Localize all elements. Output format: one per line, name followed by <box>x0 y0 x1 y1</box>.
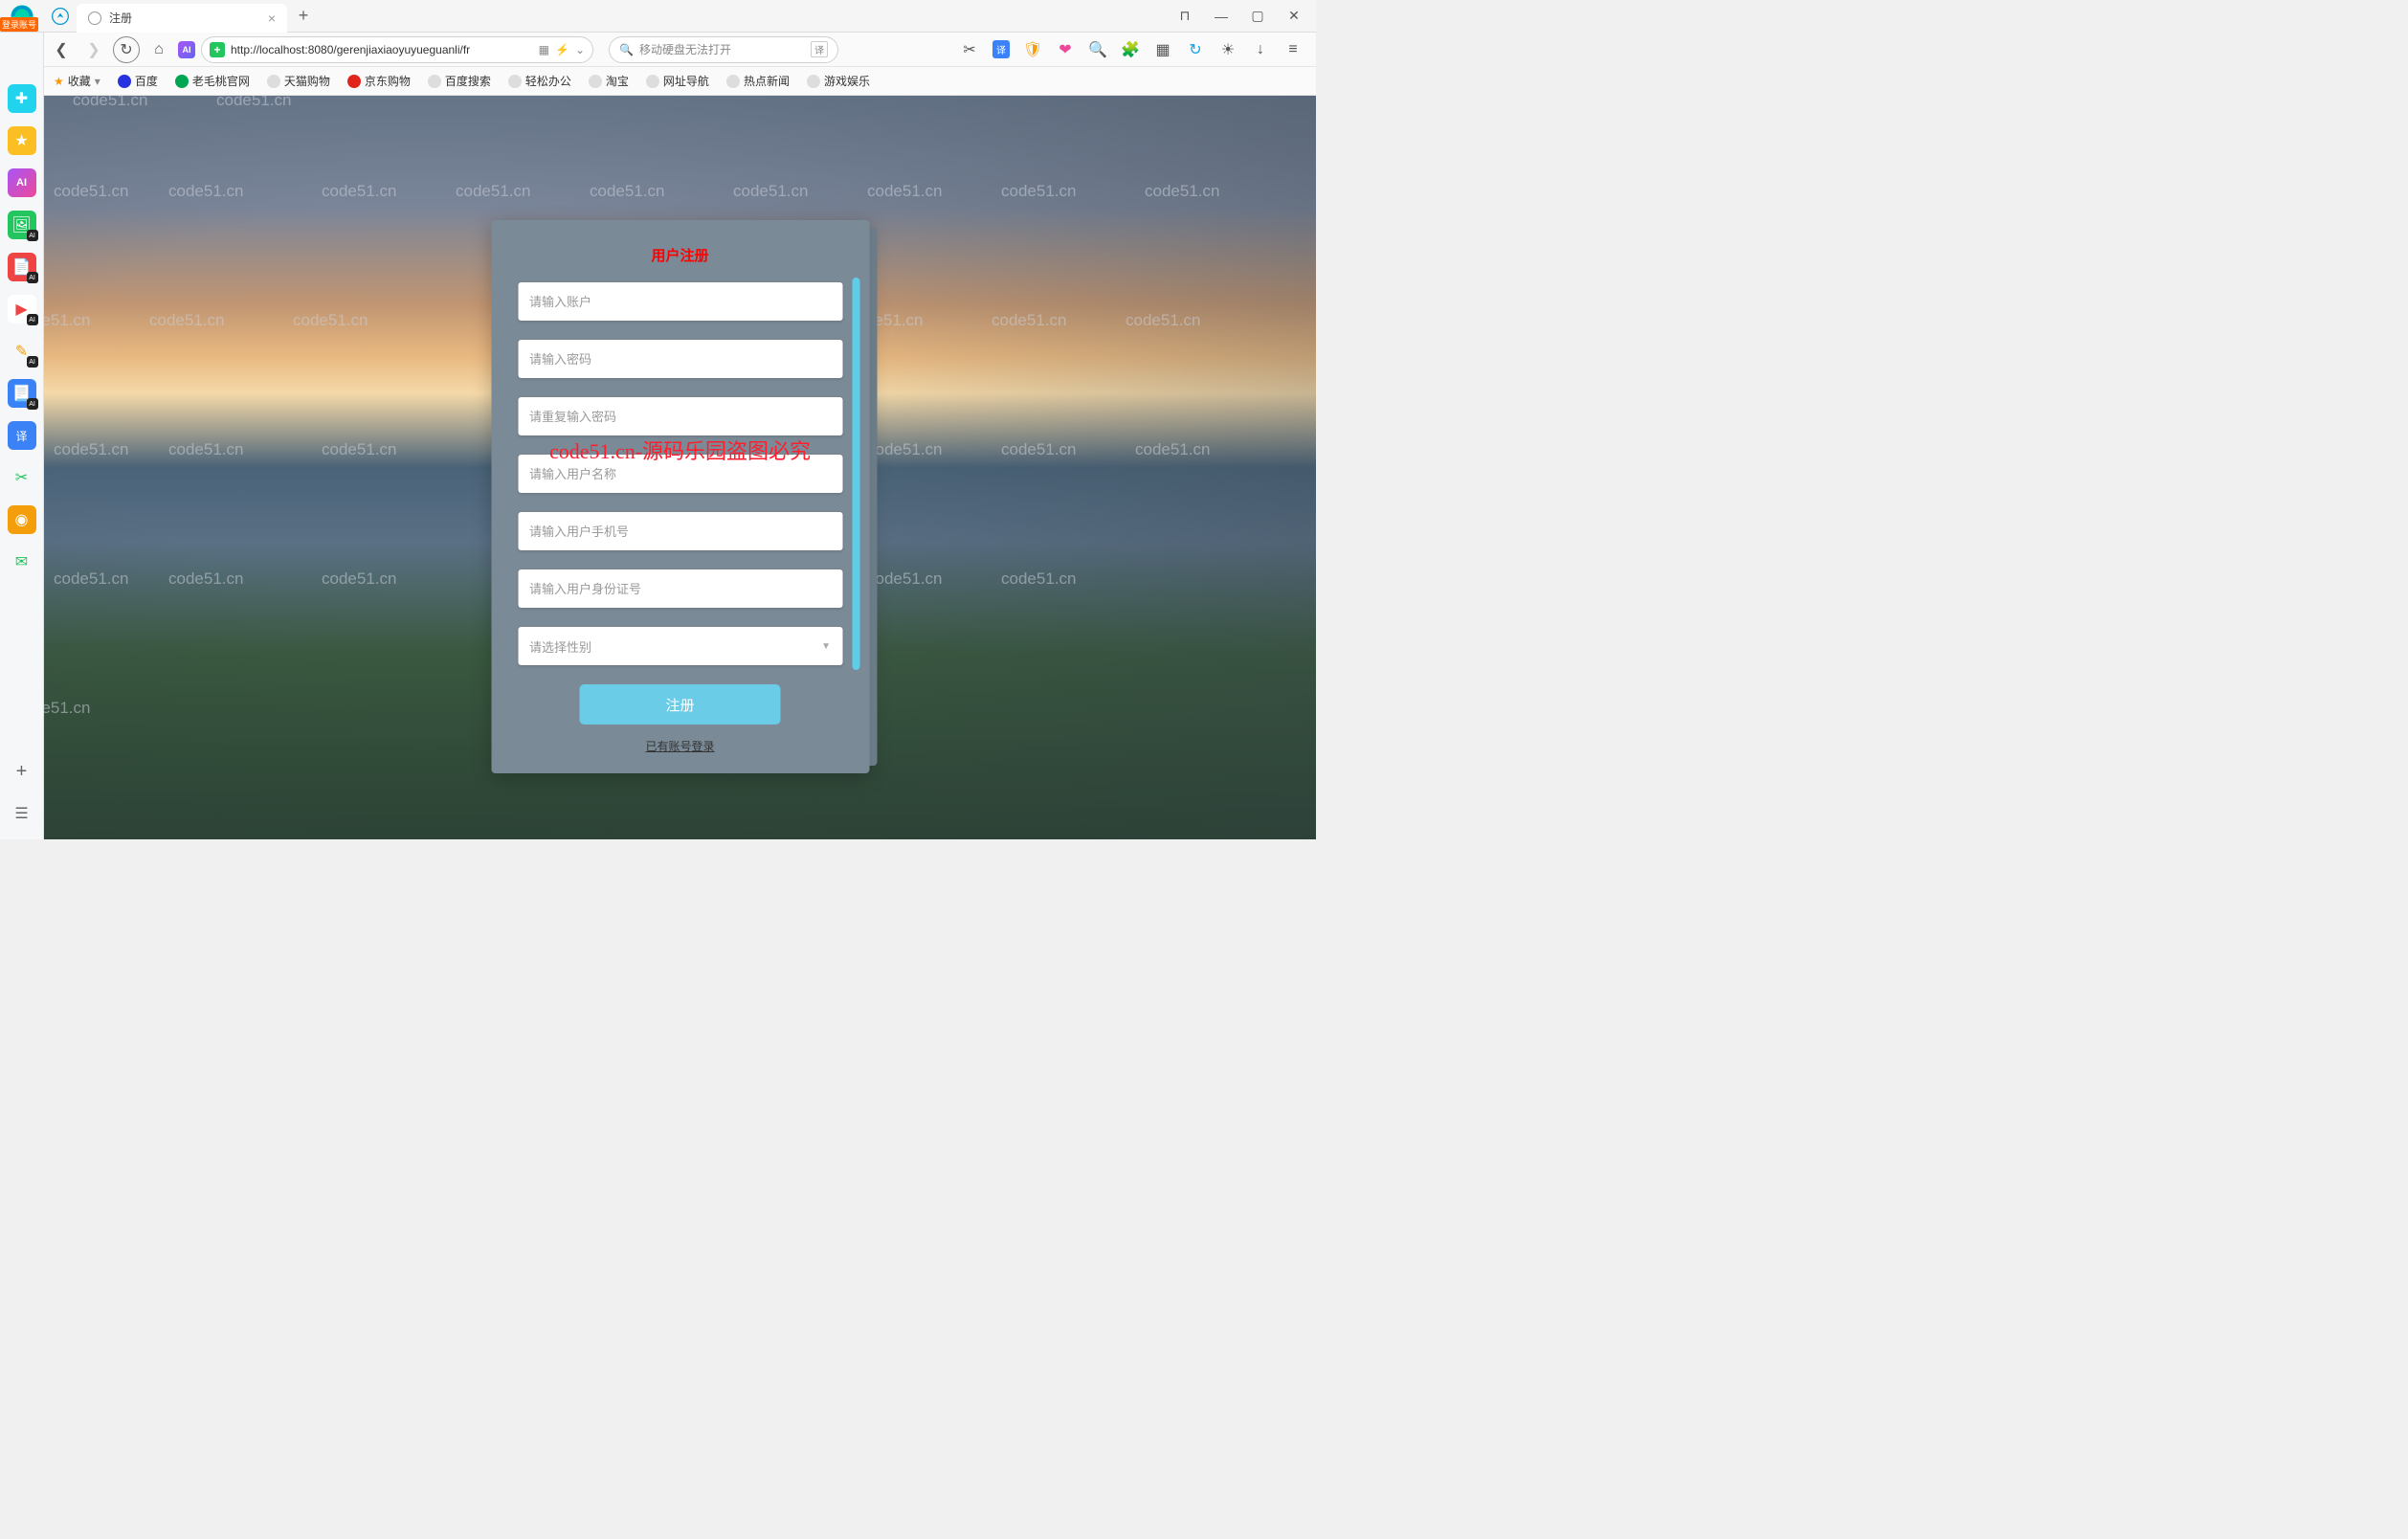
flash-icon[interactable]: ⚡ <box>555 43 569 56</box>
forward-button[interactable]: ❯ <box>80 36 107 63</box>
shield-icon[interactable]: 🛡 <box>1023 40 1042 59</box>
bookmark-baidu[interactable]: 百度 <box>118 73 158 89</box>
idcard-input[interactable] <box>518 569 842 608</box>
search-input[interactable]: 🔍 移动硬盘无法打开 译 <box>609 36 838 63</box>
bookmark-gameent[interactable]: 游戏娱乐 <box>807 73 870 89</box>
password-confirm-input[interactable] <box>518 397 842 435</box>
apps-icon[interactable]: ▦ <box>1153 40 1172 59</box>
bookmark-tmall[interactable]: 天猫购物 <box>267 73 330 89</box>
sidebar-pdf-icon[interactable]: 📄AI <box>8 253 36 281</box>
translate-badge[interactable]: 译 <box>811 41 828 57</box>
maximize-button[interactable]: ▢ <box>1241 2 1274 31</box>
sidebar-doc-icon[interactable]: 📃AI <box>8 379 36 408</box>
theme-icon[interactable]: ☀ <box>1218 40 1237 59</box>
login-badge[interactable]: 登录账号 <box>0 17 38 32</box>
sidebar-mail-icon[interactable]: ✉ <box>8 547 36 576</box>
qr-icon[interactable]: ▦ <box>539 43 549 56</box>
sidebar-list-icon[interactable]: ☰ <box>8 799 36 828</box>
sidebar-video-icon[interactable]: ▶AI <box>8 295 36 323</box>
back-button[interactable]: ❮ <box>48 36 75 63</box>
bookmark-qingsong[interactable]: 轻松办公 <box>508 73 571 89</box>
puzzle-icon[interactable]: 🧩 <box>1121 40 1140 59</box>
title-bar: 登录账号 注册 × + ⊓ — ▢ ✕ <box>0 0 1316 33</box>
login-link[interactable]: 已有账号登录 <box>518 738 842 754</box>
heart-icon[interactable]: ❤ <box>1056 40 1075 59</box>
page-content: code51.cn code51.cn code51.cn code51.cn … <box>44 96 1316 839</box>
sidebar-add-icon[interactable]: + <box>8 757 36 786</box>
panel-scrollbar[interactable] <box>852 278 859 670</box>
sidebar-edit-icon[interactable]: ✎AI <box>8 337 36 366</box>
sidebar-image-icon[interactable]: 🖼AI <box>8 211 36 239</box>
ai-icon[interactable]: AI <box>178 41 195 58</box>
sidebar-cut-icon[interactable]: ✂ <box>8 463 36 492</box>
sidebar-star-icon[interactable]: ★ <box>8 126 36 155</box>
tab-register[interactable]: 注册 × <box>77 4 287 33</box>
download-icon[interactable]: ↓ <box>1251 40 1270 59</box>
sidebar-weibo-icon[interactable]: ◉ <box>8 505 36 534</box>
new-tab-button[interactable]: + <box>287 6 320 26</box>
watermark-red: code51.cn-源码乐园盗图必究 <box>549 435 811 465</box>
bookmark-laomaotao[interactable]: 老毛桃官网 <box>175 73 250 89</box>
minimize-button[interactable]: — <box>1205 2 1237 31</box>
bookmark-baidusearch[interactable]: 百度搜索 <box>428 73 491 89</box>
password-input[interactable] <box>518 340 842 378</box>
tab-close-icon[interactable]: × <box>268 11 276 26</box>
sidebar-translate-icon[interactable]: 译 <box>8 421 36 450</box>
bookmark-taobao[interactable]: 淘宝 <box>589 73 629 89</box>
gender-placeholder: 请选择性别 <box>529 637 591 656</box>
url-text: http://localhost:8080/gerenjiaxiaoyuyueg… <box>231 43 533 56</box>
pin-button[interactable]: ⊓ <box>1169 2 1201 31</box>
scissors-icon[interactable]: ✂ <box>960 40 979 59</box>
send-icon[interactable] <box>44 7 77 26</box>
account-input[interactable] <box>518 282 842 321</box>
panel-title: 用户注册 <box>518 245 842 265</box>
sidebar-ai-icon[interactable]: AI <box>8 168 36 197</box>
home-button[interactable]: ⌂ <box>145 36 172 63</box>
search-icon: 🔍 <box>619 43 634 56</box>
favorites-button[interactable]: ★收藏▾ <box>54 73 100 89</box>
tab-title: 注册 <box>109 10 132 26</box>
bookmarks-bar: ★收藏▾ 百度 老毛桃官网 天猫购物 京东购物 百度搜索 轻松办公 淘宝 网址导… <box>0 67 1316 96</box>
address-bar: ❮ ❯ ↻ ⌂ AI + http://localhost:8080/geren… <box>0 33 1316 67</box>
menu-icon[interactable]: ≡ <box>1283 40 1303 59</box>
gender-select[interactable]: 请选择性别 ▼ <box>518 627 842 665</box>
browser-logo[interactable]: 登录账号 <box>0 3 44 30</box>
register-panel: 用户注册 请选择性别 ▼ 注册 已有账号登录 <box>491 220 869 773</box>
bookmark-nav[interactable]: 网址导航 <box>646 73 709 89</box>
bookmark-hotnews[interactable]: 热点新闻 <box>726 73 790 89</box>
submit-button[interactable]: 注册 <box>580 684 781 725</box>
dropdown-icon[interactable]: ⌄ <box>575 43 585 56</box>
bookmark-jd[interactable]: 京东购物 <box>347 73 411 89</box>
left-sidebar: ✚ ★ AI 🖼AI 📄AI ▶AI ✎AI 📃AI 译 ✂ ◉ ✉ + ☰ <box>0 33 44 839</box>
reload-button[interactable]: ↻ <box>113 36 140 63</box>
translate-button[interactable]: 译 <box>992 40 1010 58</box>
zoom-icon[interactable]: 🔍 <box>1088 40 1107 59</box>
sync-icon[interactable]: ↻ <box>1186 40 1205 59</box>
phone-input[interactable] <box>518 512 842 550</box>
search-placeholder: 移动硬盘无法打开 <box>639 41 731 57</box>
sidebar-plus-icon[interactable]: ✚ <box>8 84 36 113</box>
url-input[interactable]: + http://localhost:8080/gerenjiaxiaoyuyu… <box>201 36 593 63</box>
site-security-icon: + <box>210 42 225 57</box>
chevron-down-icon: ▼ <box>821 641 831 652</box>
globe-icon <box>88 11 101 25</box>
close-button[interactable]: ✕ <box>1278 2 1310 31</box>
